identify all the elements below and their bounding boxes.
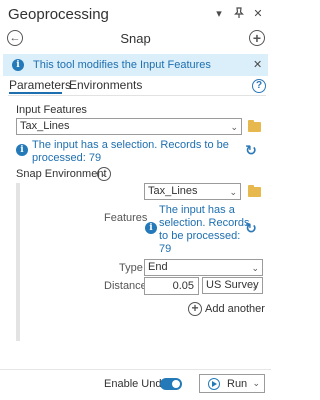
snap-message-line-1: The input has a: [159, 204, 235, 216]
input-features-value: Tax_Lines: [20, 120, 70, 132]
snap-message-line-2: selection. Records: [159, 217, 250, 229]
chevron-down-icon: ⌄: [229, 187, 237, 197]
tool-name: Snap: [120, 31, 151, 46]
banner-text: This tool modifies the Input Features: [33, 59, 211, 71]
type-label: Type: [119, 262, 143, 274]
input-features-label: Input Features: [16, 104, 87, 116]
snap-environment-group-bar: [16, 183, 20, 341]
input-features-message-line-1: The input has a selection. Records to be: [32, 139, 229, 151]
help-icon[interactable]: ?: [252, 79, 266, 93]
refresh-icon[interactable]: ↻: [244, 221, 258, 235]
collapse-icon[interactable]: ⌄: [97, 167, 111, 181]
chevron-down-icon: ⌄: [251, 281, 259, 291]
refresh-icon[interactable]: ↻: [244, 143, 258, 157]
chevron-down-icon: ⌄: [251, 263, 259, 273]
info-icon: i: [12, 59, 24, 71]
enable-undo-toggle[interactable]: [160, 378, 182, 390]
close-pane-icon[interactable]: ✕: [251, 7, 265, 21]
toggle-knob: [172, 380, 180, 388]
snap-features-value: Tax_Lines: [148, 185, 198, 197]
run-button[interactable]: Run ⌄: [199, 374, 265, 393]
tab-environments[interactable]: Environments: [69, 78, 142, 92]
chevron-down-icon: ⌄: [230, 122, 238, 132]
snap-message-line-3: to be processed:: [159, 230, 241, 242]
tabs-divider: [8, 95, 266, 96]
info-icon: i: [145, 222, 157, 234]
features-label: Features: [104, 212, 148, 224]
banner-close-icon[interactable]: ✕: [253, 58, 262, 71]
browse-folder-icon[interactable]: [248, 185, 261, 197]
input-features-dropdown[interactable]: Tax_Lines ⌄: [16, 118, 242, 135]
run-play-icon: [208, 378, 220, 390]
footer-divider: [0, 369, 271, 370]
snap-environment-label: Snap Environment: [16, 168, 107, 180]
plus-icon: +: [252, 30, 262, 46]
type-value: End: [148, 261, 168, 273]
browse-folder-icon[interactable]: [248, 120, 261, 132]
chevron-down-icon[interactable]: ⌄: [252, 378, 260, 389]
add-another-icon[interactable]: +: [188, 302, 202, 316]
input-features-message-line-2: processed: 79: [32, 152, 102, 164]
add-another-link[interactable]: Add another: [205, 303, 265, 315]
distance-unit-dropdown[interactable]: US Survey ⌄: [202, 277, 263, 294]
pane-title: Geoprocessing: [8, 6, 109, 23]
pin-icon[interactable]: [232, 7, 246, 21]
type-dropdown[interactable]: End ⌄: [144, 259, 263, 276]
snap-features-dropdown[interactable]: Tax_Lines ⌄: [144, 183, 241, 200]
distance-label: Distance: [104, 280, 147, 292]
active-tab-indicator: [9, 92, 62, 94]
run-label: Run: [227, 378, 248, 390]
pane-menu-icon[interactable]: ▾: [212, 7, 226, 21]
enable-undo-label: Enable Undo: [104, 378, 168, 390]
snap-message-line-4: 79: [159, 243, 172, 255]
add-tool-button[interactable]: +: [249, 30, 265, 46]
distance-input[interactable]: 0.05: [144, 277, 199, 295]
tab-parameters[interactable]: Parameters: [9, 78, 71, 92]
info-icon: i: [16, 144, 28, 156]
